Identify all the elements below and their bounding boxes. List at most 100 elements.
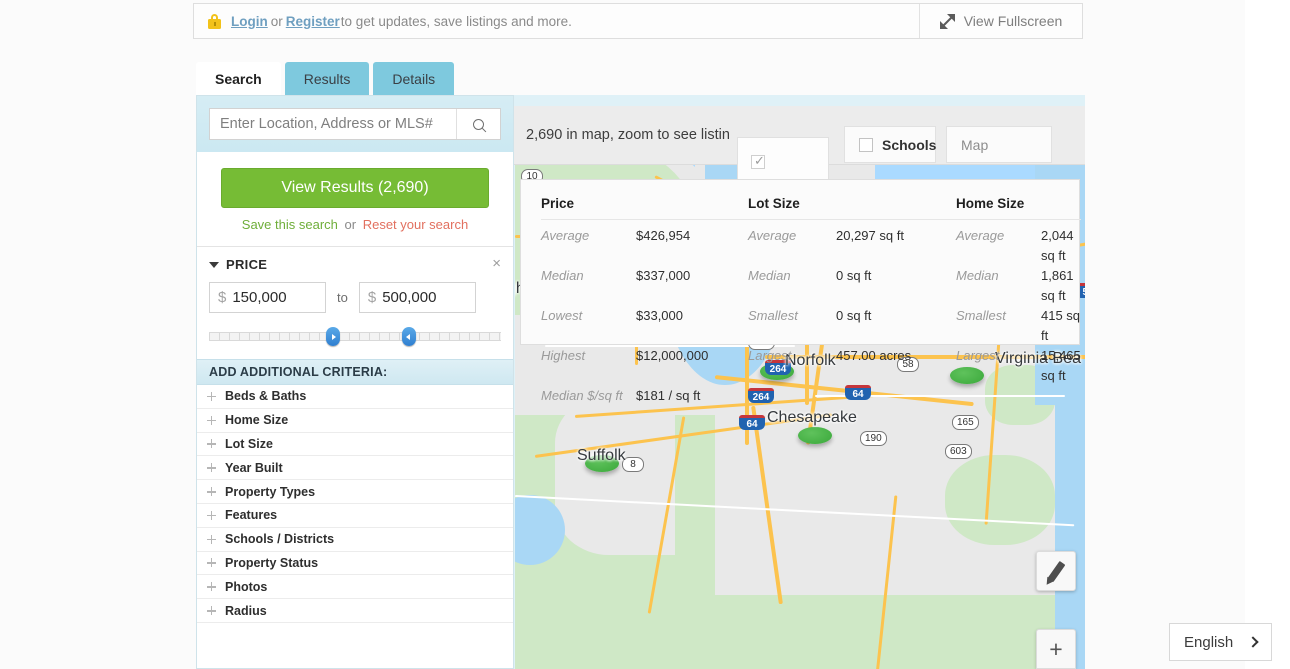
stats-value: 15,465 sq ft [1041, 348, 1081, 383]
price-range-slider[interactable] [209, 327, 501, 346]
stats-label: Largest [748, 348, 792, 363]
stats-value: 415 sq ft [1041, 308, 1081, 343]
criteria-item-label: Property Types [225, 484, 316, 499]
plus-icon [207, 582, 216, 592]
route-shield-icon: 190 [860, 431, 887, 446]
map-zoom-in-button[interactable]: + [1036, 629, 1076, 669]
language-selector[interactable]: English [1169, 623, 1272, 661]
login-bar: Login or Register to get updates, save l… [193, 3, 1083, 39]
map-greenspace [945, 455, 1055, 545]
criteria-item-label: Property Status [225, 555, 319, 570]
stats-value: $337,000 [636, 268, 691, 283]
stats-label: Lowest [541, 308, 583, 323]
stats-value: 20,297 sq ft [836, 228, 904, 243]
login-message: Login or Register to get updates, save l… [194, 4, 919, 38]
search-panel-header [197, 96, 513, 152]
map-draw-button[interactable] [1036, 551, 1076, 591]
criteria-item[interactable]: Schools / Districts [197, 528, 513, 552]
map-listing-marker[interactable] [798, 427, 832, 444]
criteria-item-label: Lot Size [225, 436, 273, 451]
view-fullscreen-button[interactable]: View Fullscreen [919, 4, 1082, 38]
criteria-item[interactable]: Features [197, 504, 513, 528]
register-link[interactable]: Register [286, 14, 340, 29]
plus-icon [207, 606, 216, 616]
criteria-item-label: Photos [225, 579, 268, 594]
map-city-label: Chesapeake [767, 409, 857, 426]
tab-bar: Search Results Details [196, 62, 455, 95]
plus-icon [207, 534, 216, 544]
criteria-item-label: Radius [225, 603, 267, 618]
or-text: or [270, 13, 283, 29]
criteria-item[interactable]: Year Built [197, 456, 513, 481]
price-min-field[interactable]: $ 150,000 [209, 282, 326, 313]
stats-label: Median $/sq ft [541, 388, 623, 403]
stats-label: Median [541, 268, 584, 283]
page-root: Login or Register to get updates, save l… [0, 0, 1290, 669]
save-reset-row: Save this search or Reset your search [221, 217, 489, 232]
stats-col-title-price: Price [541, 196, 575, 211]
stats-value: 0 sq ft [836, 268, 872, 283]
interstate-shield-icon: 64 [739, 415, 765, 430]
stats-divider [541, 219, 1081, 220]
map-water [1055, 365, 1085, 669]
map-listing-count: 2,690 in map, zoom to see listin [526, 127, 730, 143]
schools-toggle-button[interactable]: Schools [844, 126, 936, 163]
slider-handle-min[interactable] [326, 327, 340, 346]
map-region: 2,690 in map, zoom to see listin Schools… [505, 95, 1085, 669]
criteria-item[interactable]: Property Status [197, 552, 513, 576]
stats-col-title-home-size: Home Size [956, 196, 1025, 211]
criteria-item[interactable]: Lot Size [197, 433, 513, 457]
login-link[interactable]: Login [231, 14, 268, 29]
tab-results[interactable]: Results [284, 62, 370, 95]
plus-icon [207, 510, 216, 520]
view-results-button[interactable]: View Results (2,690) [221, 168, 489, 208]
stats-label: Highest [541, 348, 586, 363]
tab-search[interactable]: Search [196, 62, 281, 95]
chevron-right-icon [1247, 636, 1259, 648]
login-tail-text: to get updates, save listings and more. [340, 13, 572, 29]
stats-value: 0 sq ft [836, 308, 872, 323]
criteria-header: ADD ADDITIONAL CRITERIA: [197, 359, 513, 385]
criteria-item-label: Year Built [225, 460, 283, 475]
criteria-item[interactable]: Property Types [197, 480, 513, 504]
stats-label: Smallest [748, 308, 798, 323]
map-type-button[interactable]: Map [946, 126, 1052, 163]
search-box [209, 108, 501, 140]
plus-icon [207, 463, 216, 473]
slider-handle-max[interactable] [402, 327, 416, 346]
close-icon[interactable]: × [492, 256, 501, 271]
criteria-item-label: Features [225, 508, 278, 523]
route-shield-icon: 603 [945, 444, 972, 459]
overlay-checkbox[interactable]: ✓ [751, 154, 765, 169]
criteria-item[interactable]: Beds & Baths [197, 385, 513, 409]
price-section-header[interactable]: PRICE [209, 257, 501, 272]
stats-col-title-lot-size: Lot Size [748, 196, 800, 211]
stats-value [836, 386, 956, 406]
stats-label: Median [748, 268, 791, 283]
expand-arrows-icon [939, 13, 955, 29]
save-search-link[interactable]: Save this search [242, 217, 338, 232]
results-zone: View Results (2,690) Save this search or… [197, 152, 513, 247]
search-input[interactable] [210, 115, 456, 133]
tab-details[interactable]: Details [373, 62, 455, 95]
search-submit-button[interactable] [456, 109, 500, 139]
criteria-list: Beds & Baths Home Size Lot Size Year Built P… [197, 385, 513, 623]
stats-label: Smallest [956, 308, 1006, 323]
criteria-item-label: Schools / Districts [225, 532, 335, 547]
reset-search-link[interactable]: Reset your search [363, 217, 469, 232]
stats-value: $12,000,000 [636, 348, 709, 363]
stats-label [748, 386, 836, 406]
stats-label [956, 386, 1041, 406]
schools-checkbox[interactable] [859, 137, 873, 152]
language-label: English [1184, 633, 1234, 651]
price-title: PRICE [226, 257, 268, 272]
or-text: or [344, 217, 357, 232]
map-type-label: Map [961, 136, 989, 153]
criteria-item[interactable]: Radius [197, 599, 513, 623]
criteria-item[interactable]: Photos [197, 575, 513, 600]
plus-icon [207, 391, 216, 401]
map-city-label: Suffolk [577, 447, 626, 464]
stats-label: Average [748, 228, 797, 243]
price-max-field[interactable]: $ 500,000 [358, 282, 476, 313]
criteria-item[interactable]: Home Size [197, 409, 513, 433]
